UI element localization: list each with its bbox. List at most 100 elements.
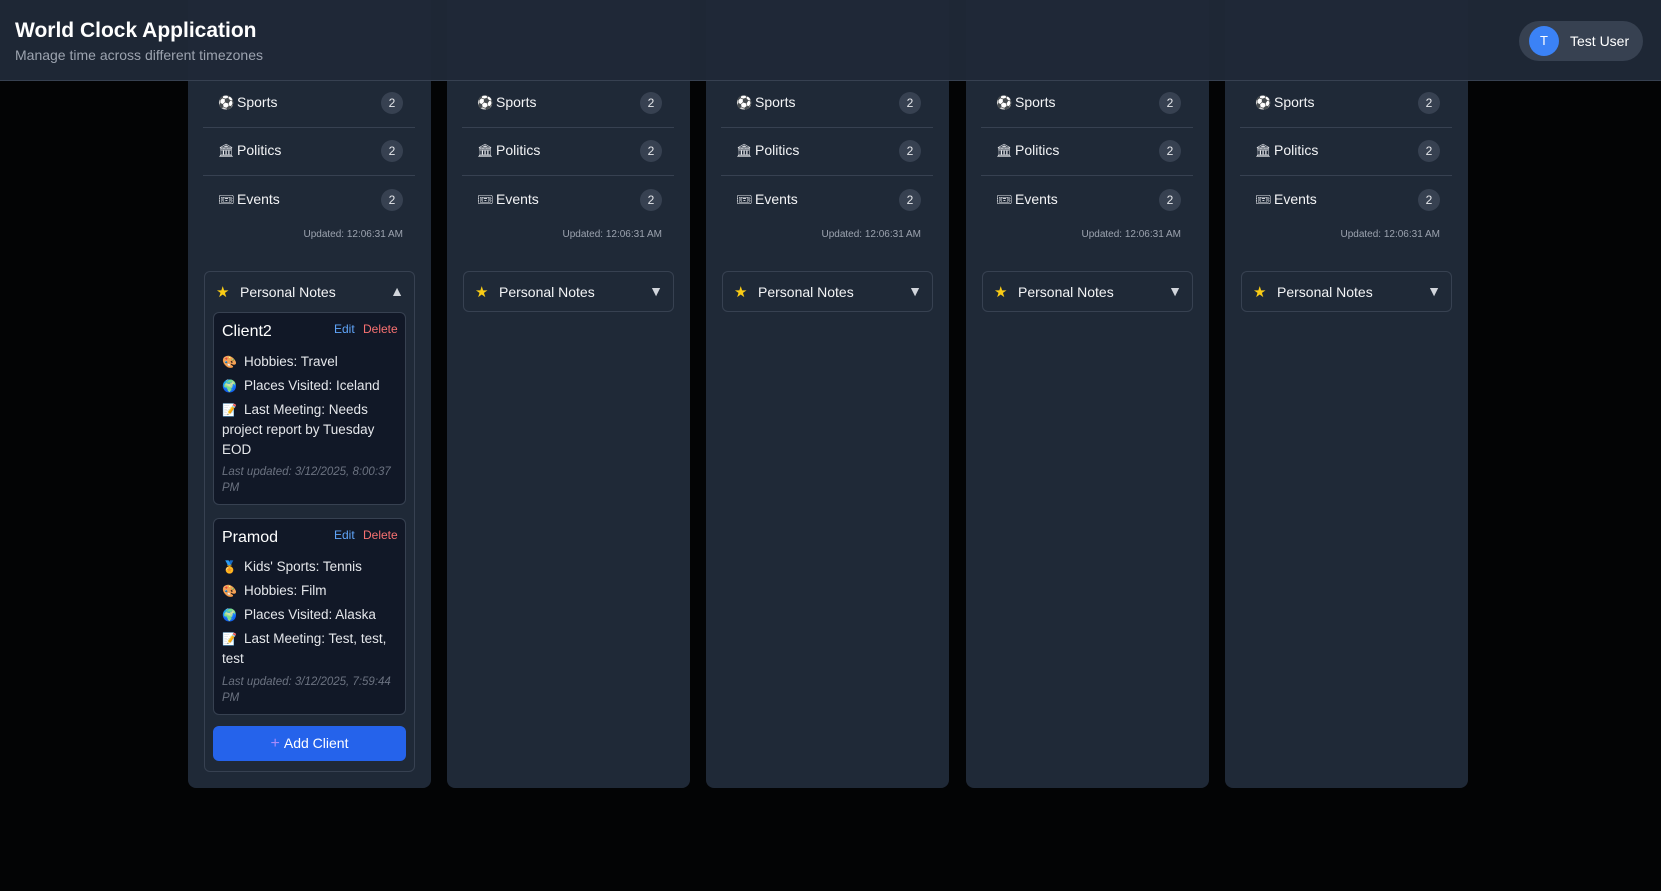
star-icon: ★ [994, 284, 1008, 301]
edit-client-button[interactable]: Edit [334, 322, 355, 336]
personal-notes-title: Personal Notes [1018, 284, 1114, 300]
category-row-events[interactable]: 🎟 Events 2 [462, 177, 674, 225]
category-count-badge: 2 [1159, 92, 1181, 114]
soccer-ball-icon: ⚽ [218, 95, 235, 110]
category-row-politics[interactable]: 🏛 Politics 2 [462, 128, 674, 176]
updated-timestamp: Updated: 12:06:31 AM [1340, 229, 1440, 240]
client-detail-places: 🌍 Places Visited: Alaska [222, 605, 400, 625]
category-label: Sports [1015, 94, 1056, 110]
client-detail-hobbies: 🎨 Hobbies: Film [222, 581, 400, 601]
medal-icon: 🏅 [222, 560, 237, 574]
edit-client-button[interactable]: Edit [334, 528, 355, 542]
category-row-events[interactable]: 🎟 Events 2 [1240, 177, 1452, 225]
plus-icon: + [270, 734, 280, 752]
category-count-badge: 2 [1418, 189, 1440, 211]
personal-notes-panel[interactable]: ★ Personal Notes ▼ [1241, 271, 1452, 312]
category-count-badge: 2 [1159, 140, 1181, 162]
category-label: Sports [496, 94, 537, 110]
category-label: Politics [237, 142, 282, 158]
category-row-events[interactable]: 🎟 Events 2 [981, 177, 1193, 225]
personal-notes-panel[interactable]: ★ Personal Notes ▼ [463, 271, 674, 312]
memo-icon: 📝 [222, 632, 237, 646]
client-detail-last-meeting: 📝 Last Meeting: Needs project report by T… [222, 402, 375, 457]
category-row-politics[interactable]: 🏛 Politics 2 [981, 128, 1193, 176]
category-count-badge: 2 [899, 92, 921, 114]
category-row-politics[interactable]: 🏛 Politics 2 [1240, 128, 1452, 176]
personal-notes-title[interactable]: Personal Notes [240, 284, 336, 300]
category-label: Events [1015, 191, 1058, 207]
client-detail-last-meeting: 📝 Last Meeting: Test, test, test [222, 631, 387, 666]
expand-arrow-icon[interactable]: ▼ [649, 283, 663, 299]
category-row-sports[interactable]: ⚽ Sports 2 [203, 80, 415, 128]
delete-client-button[interactable]: Delete [363, 528, 398, 542]
client-card: Client2 Edit Delete 🎨 Hobbies: Travel 🌍 Pl… [213, 312, 406, 505]
client-last-updated: Last updated: 3/12/2025, 8:00:37 PM [222, 466, 391, 494]
palette-icon: 🎨 [222, 584, 237, 598]
category-label: Events [1274, 191, 1317, 207]
category-label: Politics [755, 142, 800, 158]
user-menu-button[interactable]: T Test User [1519, 21, 1643, 61]
classical-building-icon: 🏛 [477, 143, 494, 158]
category-row-sports[interactable]: ⚽ Sports 2 [721, 80, 933, 128]
soccer-ball-icon: ⚽ [736, 95, 753, 110]
expand-arrow-icon[interactable]: ▼ [1168, 283, 1182, 299]
memo-icon: 📝 [222, 403, 237, 417]
globe-icon: 🌍 [222, 608, 237, 622]
delete-client-button[interactable]: Delete [363, 322, 398, 336]
category-label: Events [496, 191, 539, 207]
star-icon: ★ [216, 284, 230, 301]
category-count-badge: 2 [381, 92, 403, 114]
client-detail-places: 🌍 Places Visited: Iceland [222, 376, 400, 396]
timezone-card-1: ⚽ Sports 2 🏛 Politics 2 🎟 Events 2 Updat… [188, 0, 431, 788]
updated-timestamp: Updated: 12:06:31 AM [1081, 229, 1181, 240]
category-row-events[interactable]: 🎟 Events 2 [721, 177, 933, 225]
timezone-card-5: ⚽ Sports 2 🏛 Politics 2 🎟 Events 2 Updat… [1225, 0, 1468, 788]
classical-building-icon: 🏛 [736, 143, 753, 158]
category-row-sports[interactable]: ⚽ Sports 2 [981, 80, 1193, 128]
personal-notes-title: Personal Notes [758, 284, 854, 300]
category-row-sports[interactable]: ⚽ Sports 2 [462, 80, 674, 128]
category-row-events[interactable]: 🎟 Events 2 [203, 177, 415, 225]
collapse-arrow-icon[interactable]: ▲ [390, 283, 404, 299]
soccer-ball-icon: ⚽ [996, 95, 1013, 110]
star-icon: ★ [1253, 284, 1267, 301]
client-detail-hobbies: 🎨 Hobbies: Travel [222, 352, 400, 372]
category-row-politics[interactable]: 🏛 Politics 2 [203, 128, 415, 176]
personal-notes-panel[interactable]: ★ Personal Notes ▼ [982, 271, 1193, 312]
category-label: Sports [1274, 94, 1315, 110]
star-icon: ★ [475, 284, 489, 301]
category-count-badge: 2 [381, 189, 403, 211]
category-label: Politics [1015, 142, 1060, 158]
classical-building-icon: 🏛 [996, 143, 1013, 158]
ticket-icon: 🎟 [477, 192, 494, 207]
category-label: Sports [237, 94, 278, 110]
category-row-sports[interactable]: ⚽ Sports 2 [1240, 80, 1452, 128]
star-icon: ★ [734, 284, 748, 301]
category-row-politics[interactable]: 🏛 Politics 2 [721, 128, 933, 176]
category-count-badge: 2 [1159, 189, 1181, 211]
personal-notes-title: Personal Notes [1277, 284, 1373, 300]
add-client-button[interactable]: + Add Client [213, 726, 406, 761]
category-label: Events [237, 191, 280, 207]
client-last-updated: Last updated: 3/12/2025, 7:59:44 PM [222, 676, 391, 704]
expand-arrow-icon[interactable]: ▼ [1427, 283, 1441, 299]
classical-building-icon: 🏛 [218, 143, 235, 158]
personal-notes-title: Personal Notes [499, 284, 595, 300]
timezone-card-4: ⚽ Sports 2 🏛 Politics 2 🎟 Events 2 Updat… [966, 0, 1209, 788]
category-label: Politics [1274, 142, 1319, 158]
personal-notes-panel[interactable]: ★ Personal Notes ▼ [722, 271, 933, 312]
ticket-icon: 🎟 [1255, 192, 1272, 207]
category-count-badge: 2 [381, 140, 403, 162]
expand-arrow-icon[interactable]: ▼ [908, 283, 922, 299]
avatar: T [1529, 26, 1559, 56]
category-count-badge: 2 [899, 140, 921, 162]
category-count-badge: 2 [1418, 140, 1440, 162]
globe-icon: 🌍 [222, 379, 237, 393]
category-count-badge: 2 [640, 189, 662, 211]
palette-icon: 🎨 [222, 355, 237, 369]
soccer-ball-icon: ⚽ [1255, 95, 1272, 110]
category-label: Politics [496, 142, 541, 158]
category-count-badge: 2 [1418, 92, 1440, 114]
category-label: Events [755, 191, 798, 207]
classical-building-icon: 🏛 [1255, 143, 1272, 158]
